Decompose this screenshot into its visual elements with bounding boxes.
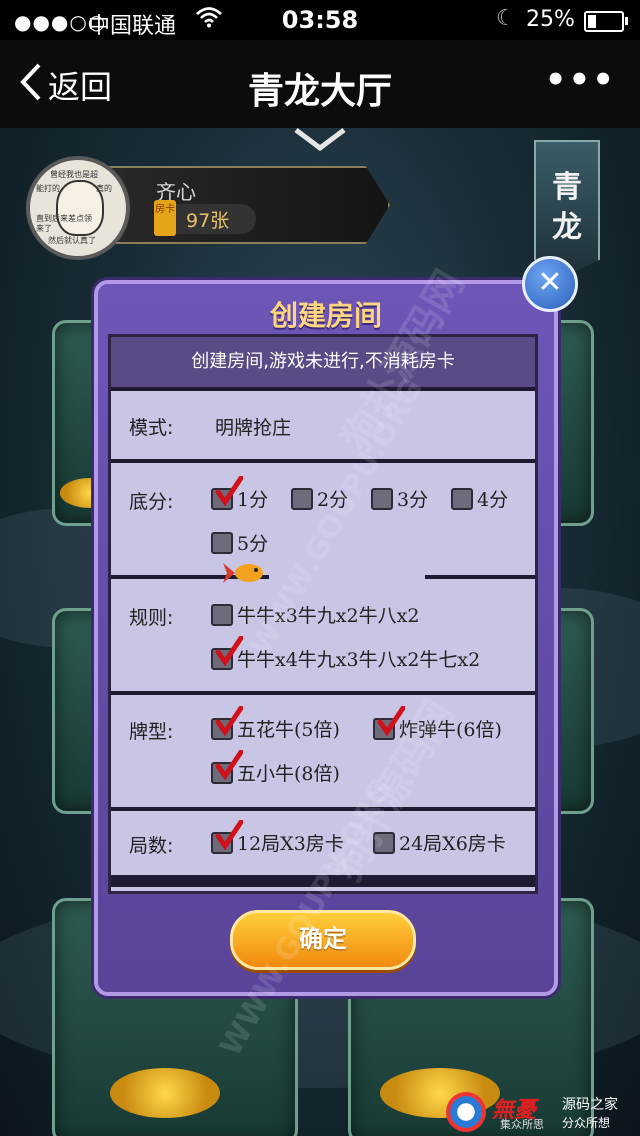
option-label: 牛牛x3牛九x2牛八x2 (237, 605, 420, 627)
room-card-count: 97张 (186, 210, 230, 232)
check-mark-icon (377, 705, 405, 736)
checkbox[interactable] (291, 487, 313, 510)
rounds-option[interactable]: 24局X6房卡 (373, 829, 506, 856)
base-score-option[interactable]: 1分 (211, 475, 268, 512)
checkbox[interactable] (371, 487, 393, 510)
banner-char: 青 (552, 170, 582, 205)
chevron-left-icon (20, 63, 42, 108)
checkbox[interactable] (373, 705, 405, 740)
avatar-text: 真的 (96, 184, 112, 193)
divider (111, 459, 535, 463)
check-mark-icon (215, 749, 243, 780)
avatar-text: 来了 (36, 224, 52, 233)
option-label: 4分 (477, 489, 509, 511)
confirm-button[interactable]: 确定 (230, 910, 416, 970)
option-label: 5分 (237, 533, 269, 555)
logo-line: 分众所想 (562, 1116, 611, 1130)
check-mark-icon (215, 475, 243, 506)
rounds-option[interactable]: 12局X3房卡 (211, 819, 344, 856)
option-label: 24局X6房卡 (399, 833, 506, 855)
option-label: 五花牛(5倍) (237, 719, 340, 741)
card-type-option[interactable]: 五小牛(8倍) (211, 749, 340, 786)
back-button[interactable]: 返回 (20, 62, 112, 108)
avatar-text: 曾经我也是超 (50, 170, 98, 179)
banner-char: 龙 (552, 210, 582, 245)
mode-value: 明牌抢庄 (215, 417, 292, 439)
divider (111, 875, 535, 887)
battery-percent: 25% (526, 7, 575, 32)
mode-label: 模式: (129, 417, 174, 439)
check-mark-icon (215, 635, 243, 666)
more-menu-button[interactable]: ••• (545, 60, 616, 100)
logo-mark-icon (446, 1092, 486, 1132)
card-type-option[interactable]: 五花牛(5倍) (211, 705, 340, 742)
checkbox[interactable] (211, 603, 233, 626)
base-score-option[interactable]: 5分 (211, 529, 268, 556)
avatar[interactable]: 曾经我也是超 能打的 真的 直到后来差点领 来了 然后就认真了 (26, 156, 130, 260)
notice-text: 创建房间,游戏未进行,不消耗房卡 (111, 337, 535, 391)
moon-icon: ☾ (496, 6, 516, 31)
checkbox[interactable] (211, 475, 243, 510)
base-score-label: 底分: (129, 491, 174, 513)
base-score-option[interactable]: 4分 (451, 485, 508, 512)
status-bar: ●●●○○ 中国联通 03:58 ☾ 25% (0, 0, 640, 40)
option-label: 牛牛x4牛九x3牛八x2牛七x2 (237, 649, 481, 671)
avatar-text: 然后就认真了 (48, 236, 96, 245)
checkbox[interactable] (373, 831, 395, 854)
logo-line: 集众所思 (500, 1118, 544, 1131)
battery-icon (584, 11, 628, 32)
card-type-label: 牌型: (129, 721, 174, 743)
rounds-label: 局数: (129, 835, 174, 857)
rules-label: 规则: (129, 607, 174, 629)
checkbox[interactable] (211, 749, 243, 784)
base-score-option[interactable]: 3分 (371, 485, 428, 512)
site-logo: 無憂 源码之家 分众所想 集众所思 (446, 1092, 634, 1134)
gold-coins-icon (110, 1068, 220, 1118)
back-label: 返回 (48, 68, 113, 106)
rule-option[interactable]: 牛牛x4牛九x3牛八x2牛七x2 (211, 635, 481, 672)
checkbox[interactable] (211, 531, 233, 554)
option-label: 12局X3房卡 (237, 833, 344, 855)
close-button[interactable]: ✕ (522, 256, 578, 312)
logo-line: 源码之家 (562, 1097, 618, 1113)
checkbox[interactable] (211, 819, 243, 854)
chevron-down-icon[interactable] (292, 128, 348, 152)
option-label: 炸弹牛(6倍) (399, 719, 502, 741)
check-mark-icon (215, 705, 243, 736)
options-panel: 创建房间,游戏未进行,不消耗房卡 模式: 明牌抢庄 底分: 1分 2分 3分 4… (108, 334, 538, 894)
checkbox[interactable] (211, 635, 243, 670)
avatar-text: 能打的 (36, 184, 60, 193)
checkbox[interactable] (211, 705, 243, 740)
divider (111, 807, 535, 811)
dialog-title: 创建房间 (269, 299, 382, 332)
option-label: 五小牛(8倍) (237, 763, 340, 785)
base-score-option[interactable]: 2分 (291, 485, 348, 512)
checkbox[interactable] (451, 487, 473, 510)
card-type-option[interactable]: 炸弹牛(6倍) (373, 705, 502, 742)
option-label: 3分 (397, 489, 429, 511)
divider (111, 691, 535, 695)
player-info: 曾经我也是超 能打的 真的 直到后来差点领 来了 然后就认真了 齐心 房卡 97… (26, 156, 390, 260)
option-label: 2分 (317, 489, 349, 511)
rule-option[interactable]: 牛牛x3牛九x2牛八x2 (211, 601, 419, 628)
avatar-text: 直到后来差点领 (36, 214, 92, 223)
room-card-icon: 房卡 (154, 200, 176, 236)
nav-bar: 返回 青龙大厅 ••• (0, 40, 640, 128)
goldfish-icon (223, 563, 263, 583)
divider (425, 575, 535, 579)
check-mark-icon (215, 819, 243, 850)
